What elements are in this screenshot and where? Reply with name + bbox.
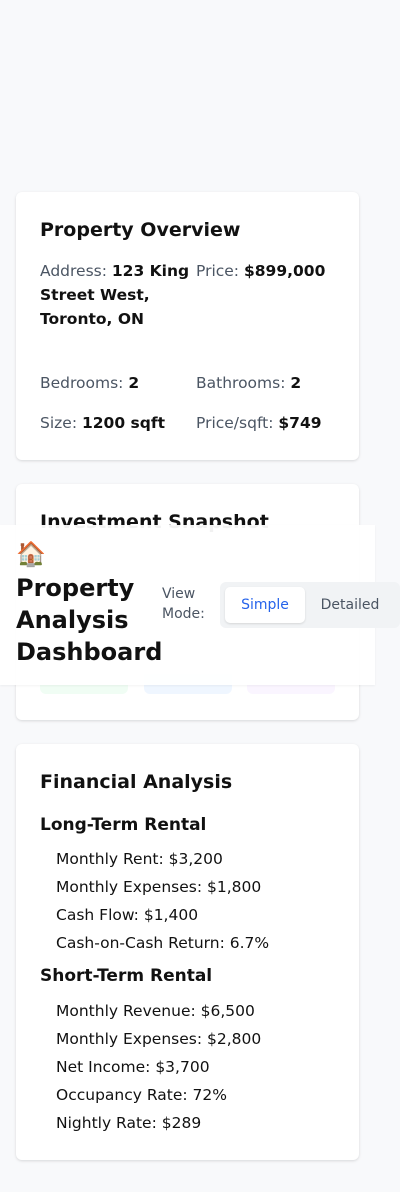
property-overview-card: Property Overview Address: 123 King Stre… — [16, 192, 359, 460]
size-value: 1200 sqft — [81, 414, 165, 432]
short-term-line: Occupancy Rate: 72% — [56, 1086, 227, 1104]
property-overview-title: Property Overview — [40, 219, 241, 241]
view-mode-detailed-button[interactable]: Detailed — [310, 587, 390, 623]
bedrooms-value: 2 — [128, 374, 140, 392]
house-icon: 🏠 — [16, 540, 46, 568]
bedrooms-label: Bedrooms: — [40, 374, 124, 392]
page-title: Property Analysis Dashboard — [16, 574, 163, 666]
view-mode-label: View Mode: — [162, 586, 205, 622]
view-mode-toggle: Simple Detailed — [220, 582, 400, 628]
long-term-line: Monthly Rent: $3,200 — [56, 850, 223, 868]
short-term-line: Monthly Expenses: $2,800 — [56, 1030, 262, 1048]
short-term-line: Monthly Revenue: $6,500 — [56, 1002, 255, 1020]
short-term-rental-title: Short-Term Rental — [40, 966, 213, 986]
financial-analysis-card: Financial Analysis Long-Term Rental Mont… — [16, 744, 359, 1160]
short-term-line: Net Income: $3,700 — [56, 1058, 210, 1076]
bedrooms-field: Bedrooms: 2 — [40, 371, 190, 395]
address-field: Address: 123 King Street West, Toronto, … — [40, 259, 190, 331]
price-per-sqft-value: $749 — [278, 414, 322, 432]
view-mode-simple-button[interactable]: Simple — [225, 587, 305, 623]
price-value: $899,000 — [243, 262, 326, 280]
price-per-sqft-field: Price/sqft: $749 — [196, 411, 356, 435]
bathrooms-label: Bathrooms: — [196, 374, 286, 392]
price-per-sqft-label: Price/sqft: — [196, 414, 274, 432]
price-label: Price: — [196, 262, 240, 280]
long-term-line: Monthly Expenses: $1,800 — [56, 878, 262, 896]
bathrooms-value: 2 — [290, 374, 302, 392]
long-term-rental-title: Long-Term Rental — [40, 815, 207, 835]
bathrooms-field: Bathrooms: 2 — [196, 371, 356, 395]
financial-analysis-title: Financial Analysis — [40, 771, 233, 793]
address-label: Address: — [40, 262, 107, 280]
long-term-line: Cash Flow: $1,400 — [56, 906, 199, 924]
short-term-line: Nightly Rate: $289 — [56, 1114, 202, 1132]
price-field: Price: $899,000 — [196, 259, 356, 283]
size-label: Size: — [40, 414, 78, 432]
dashboard-header: 🏠 Property Analysis Dashboard View Mode:… — [0, 525, 400, 685]
long-term-line: Cash-on-Cash Return: 6.7% — [56, 934, 270, 952]
size-field: Size: 1200 sqft — [40, 411, 190, 435]
